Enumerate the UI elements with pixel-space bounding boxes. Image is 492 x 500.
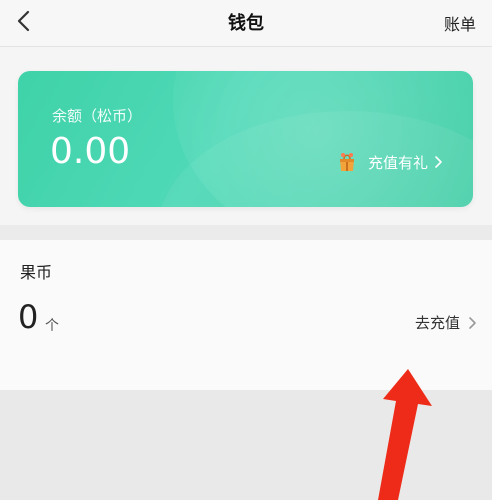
go-recharge-label: 去充值 — [414, 314, 460, 332]
balance-card: 余额（松币） 0.00 充值有礼 — [18, 71, 473, 207]
gift-bag-icon — [340, 153, 354, 171]
bill-button[interactable]: 账单 — [444, 11, 476, 35]
balance-label: 余额（松币） — [52, 107, 143, 125]
page-title: 钱包 — [228, 13, 264, 34]
coin-unit: 个 — [45, 318, 59, 334]
recharge-gift-label: 充值有礼 — [368, 153, 429, 172]
chevron-right-icon — [469, 316, 476, 329]
balance-amount: 0.00 — [50, 131, 131, 172]
coin-count: 0 — [18, 298, 39, 336]
recharge-gift-link[interactable]: 充值有礼 — [336, 150, 444, 174]
top-navigation-bar: 钱包 账单 — [0, 0, 492, 47]
go-recharge-button[interactable]: 去充值 — [415, 312, 478, 333]
coin-title: 果币 — [20, 263, 53, 282]
chevron-right-icon — [435, 156, 442, 168]
bottom-area — [0, 390, 492, 500]
